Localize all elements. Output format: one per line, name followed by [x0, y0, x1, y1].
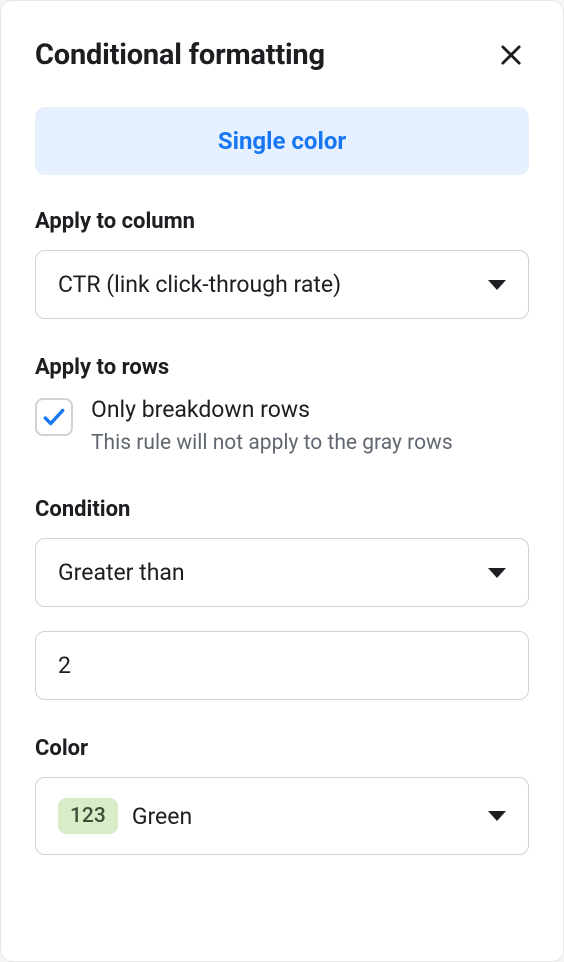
panel-title: Conditional formatting: [35, 38, 325, 72]
condition-label: Condition: [35, 497, 529, 522]
breakdown-rows-option: Only breakdown rows This rule will not a…: [35, 396, 529, 457]
close-icon: [497, 41, 525, 69]
apply-column-value: CTR (link click-through rate): [58, 271, 488, 298]
color-label: Color: [35, 736, 529, 761]
panel-header: Conditional formatting: [35, 37, 529, 73]
color-name: Green: [132, 803, 474, 830]
close-button[interactable]: [493, 37, 529, 73]
condition-operator-select[interactable]: Greater than: [35, 538, 529, 607]
breakdown-rows-checkbox[interactable]: [35, 398, 73, 436]
color-swatch: 123: [58, 798, 118, 834]
check-icon: [41, 404, 67, 430]
apply-column-label: Apply to column: [35, 209, 529, 234]
chevron-down-icon: [488, 280, 506, 290]
apply-rows-section: Apply to rows Only breakdown rows This r…: [35, 355, 529, 457]
color-section: Color 123 Green: [35, 736, 529, 855]
apply-column-select[interactable]: CTR (link click-through rate): [35, 250, 529, 319]
chevron-down-icon: [488, 568, 506, 578]
color-select[interactable]: 123 Green: [35, 777, 529, 855]
condition-section: Condition Greater than: [35, 497, 529, 736]
conditional-formatting-panel: Conditional formatting Single color Appl…: [0, 0, 564, 962]
tab-label: Single color: [218, 127, 346, 155]
chevron-down-icon: [488, 811, 506, 821]
checkbox-text: Only breakdown rows This rule will not a…: [91, 396, 453, 457]
apply-rows-label: Apply to rows: [35, 355, 529, 380]
condition-operator-value: Greater than: [58, 559, 488, 586]
checkbox-description: This rule will not apply to the gray row…: [91, 429, 453, 457]
checkbox-label: Only breakdown rows: [91, 396, 453, 423]
apply-column-section: Apply to column CTR (link click-through …: [35, 209, 529, 319]
condition-value-input[interactable]: [35, 631, 529, 700]
tab-single-color[interactable]: Single color: [35, 107, 529, 175]
